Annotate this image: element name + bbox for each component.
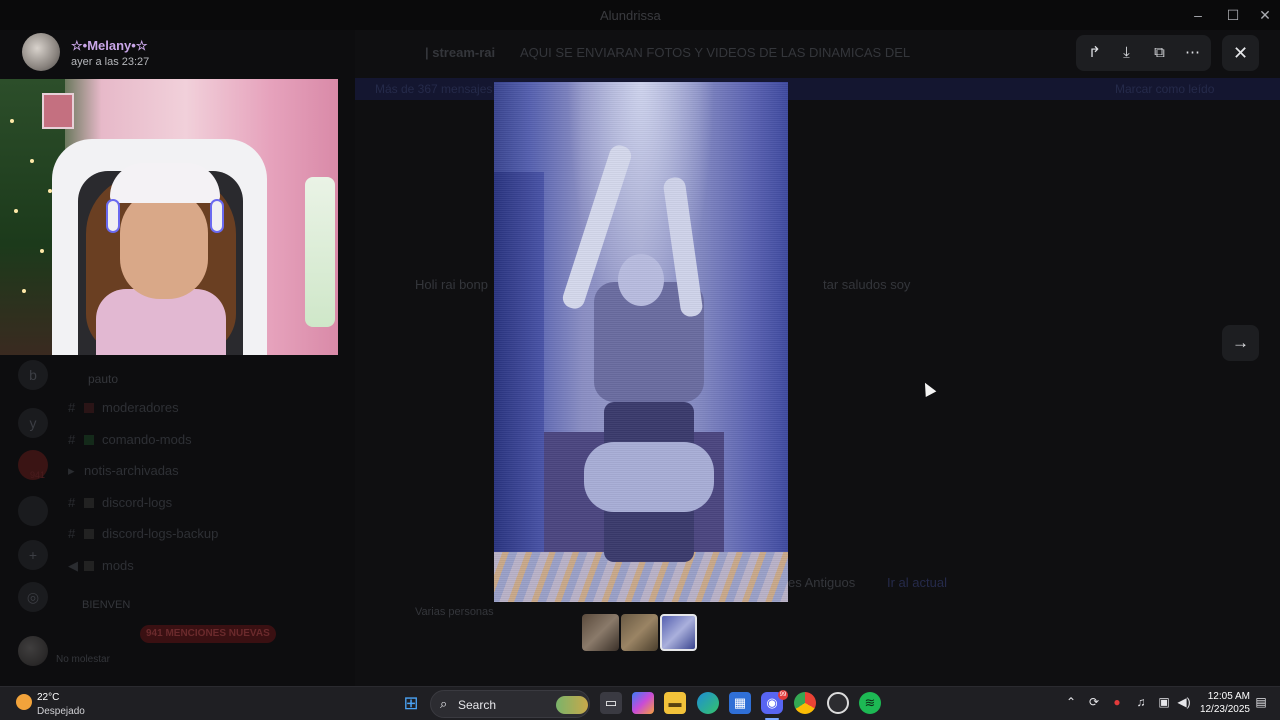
server-icon[interactable] (18, 496, 48, 526)
tray-overflow-icon[interactable]: ⌃ (1062, 695, 1080, 709)
channel-label: mods (102, 558, 134, 573)
jump-to-present[interactable]: Ir al actual (887, 575, 947, 590)
download-icon[interactable]: ⤓ (1110, 35, 1143, 71)
open-in-browser-icon[interactable]: ⧉ (1143, 35, 1176, 71)
channel-discord-logs[interactable]: # discord-logs (68, 495, 172, 510)
thumbnail-3-selected[interactable] (660, 614, 697, 651)
weather-temp: 22°C (37, 692, 60, 703)
channel-moderadores[interactable]: # moderadores (68, 400, 179, 415)
minimize-icon[interactable]: – (1186, 4, 1210, 26)
windows-start-icon[interactable]: ⊞ (400, 692, 422, 714)
channel-topic: AQUI SE ENVIARAN FOTOS Y VIDEOS DE LAS D… (520, 45, 911, 60)
channel-label: notis-archivadas (84, 463, 179, 478)
search-label: Search (458, 698, 497, 712)
lamp (305, 177, 335, 327)
server-icon[interactable]: b (18, 360, 48, 390)
spotify-icon[interactable]: ≋ (859, 692, 881, 714)
user-avatar[interactable] (22, 33, 60, 71)
edge-icon[interactable] (697, 692, 719, 714)
taskbar-clock[interactable]: 12:05 AM 12/23/2025 (1198, 690, 1250, 716)
windows-taskbar: 22°C Despejado ⊞ ⌕ Search ▭ ▬ ▦ ◉ 99 ≋ ⌃… (0, 686, 1280, 720)
close-viewer-button[interactable]: ✕ (1222, 35, 1259, 71)
channel-label: discord-logs-backup (102, 526, 219, 541)
unread-count: Más de 367 mensajes (375, 82, 493, 96)
self-avatar[interactable] (18, 636, 48, 666)
chrome-icon[interactable] (794, 692, 816, 714)
thumbnail-2[interactable] (621, 614, 658, 651)
add-server-icon[interactable]: + (18, 540, 48, 570)
channel-header: | stream-rai (425, 45, 496, 60)
channel-label: discord-logs (102, 495, 173, 510)
discord-badge: 99 (778, 690, 788, 700)
task-view-icon[interactable]: ▭ (600, 692, 622, 714)
channel-notis-archivadas[interactable]: ▸ notis-archivadas (68, 463, 179, 479)
message-timestamp: ayer a las 23:27 (71, 56, 150, 68)
weather-icon (16, 694, 32, 710)
headset-icon (106, 199, 120, 233)
streamer-face (120, 189, 208, 299)
older-messages-label: es Antiguos (788, 575, 856, 590)
webcam-overlay (0, 79, 338, 355)
user-name[interactable]: ☆•Melany•☆ (71, 38, 147, 54)
mentions-badge[interactable]: 941 MENCIONES NUEVAS (140, 625, 276, 643)
channel-discord-logs-backup[interactable]: # discord-logs-backup (68, 526, 218, 541)
wall-frame (42, 93, 74, 129)
user-status: No molestar (56, 654, 110, 665)
sync-icon[interactable]: ⟳ (1085, 695, 1103, 709)
maximize-icon[interactable]: ☐ (1221, 4, 1245, 26)
copilot-icon[interactable] (632, 692, 654, 714)
typing-indicator: Varias personas (415, 606, 494, 618)
message-tail: tar saludos soy (823, 277, 911, 292)
weather-condition: Despejado (37, 706, 85, 717)
clock-date: 12/23/2025 (1199, 704, 1250, 715)
taskbar-search[interactable]: ⌕ Search (430, 690, 590, 718)
forward-icon[interactable]: ↱ (1078, 35, 1111, 71)
clock-time: 12:05 AM (1207, 691, 1250, 702)
microphone-icon[interactable]: ♫ (1132, 695, 1150, 709)
search-icon: ⌕ (440, 696, 448, 711)
channel-label: comando-mods (102, 432, 192, 447)
media-image[interactable] (494, 82, 788, 602)
thumbnail-1[interactable] (582, 614, 619, 651)
store-icon[interactable]: ▦ (729, 692, 751, 714)
channel-label: moderadores (102, 400, 179, 415)
window-close-icon[interactable]: ✕ (1253, 4, 1277, 26)
message-preview: Holi rai bonp (415, 277, 488, 292)
search-highlight-icon (556, 696, 588, 714)
network-icon[interactable]: ▣ (1155, 695, 1173, 709)
streamer-cap (110, 163, 220, 203)
channel-comando-mods[interactable]: # comando-mods (68, 432, 192, 447)
explore-icon[interactable]: ◎ (18, 582, 48, 612)
category-label: pauto (88, 372, 119, 386)
volume-icon[interactable]: ◀) (1175, 695, 1193, 709)
notifications-icon[interactable]: ▤ (1252, 695, 1270, 709)
server-badge: 941 (30, 470, 46, 480)
server-icon[interactable]: y (18, 408, 48, 438)
window-title: Alundrissa (600, 8, 661, 23)
obs-icon[interactable] (827, 692, 849, 714)
media-toolbar: ↱ ⤓ ⧉ ⋯ (1076, 35, 1211, 71)
window-titlebar: Alundrissa – ☐ ✕ (0, 0, 1280, 30)
discord-window: Alundrissa – ☐ ✕ b y 941 + ◎ pauto # mode… (0, 0, 1280, 686)
more-options-icon[interactable]: ⋯ (1176, 35, 1209, 71)
channel-mods[interactable]: ◀ mods (68, 558, 134, 574)
next-image-button[interactable]: → (1222, 325, 1259, 361)
tray-app-icon[interactable]: ● (1108, 695, 1126, 709)
file-explorer-icon[interactable]: ▬ (664, 692, 686, 714)
mentions-prefix: BIENVEN (82, 599, 131, 611)
mark-read-link[interactable]: Marcar como leído (1115, 82, 1214, 96)
